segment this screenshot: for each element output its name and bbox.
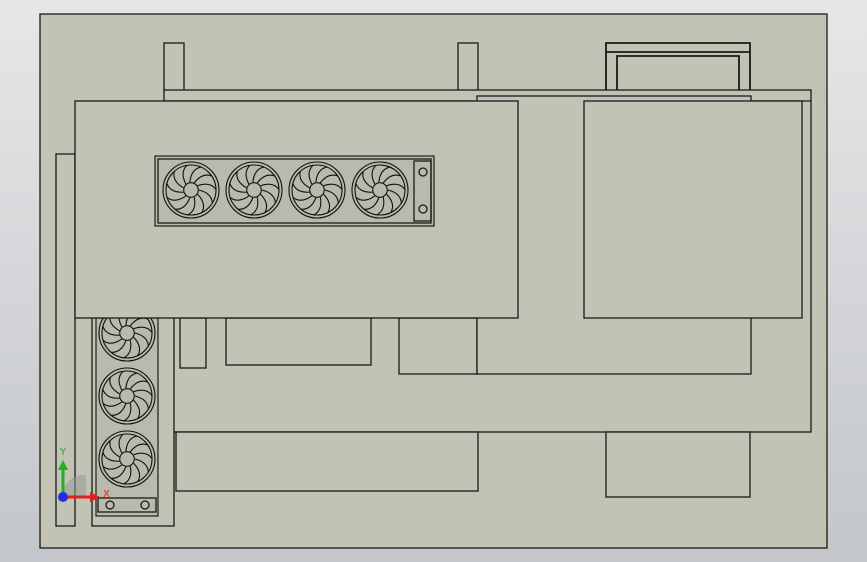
triad-y-label: Y bbox=[59, 447, 67, 458]
side-plate-left bbox=[55, 153, 76, 527]
slot-bracket-left bbox=[179, 317, 207, 369]
cad-drawing-canvas[interactable]: Y X bbox=[0, 0, 867, 562]
drive-bay-left bbox=[225, 317, 372, 366]
psu-shroud-right bbox=[605, 431, 751, 498]
right-module-cover[interactable] bbox=[583, 100, 803, 319]
top-radiator[interactable] bbox=[154, 155, 435, 227]
drive-bay-middle bbox=[398, 317, 478, 375]
psu-shroud-left bbox=[175, 431, 479, 492]
triad-x-label: X bbox=[103, 489, 110, 500]
top-bracket-left bbox=[163, 42, 185, 94]
top-bracket-middle bbox=[457, 42, 479, 94]
